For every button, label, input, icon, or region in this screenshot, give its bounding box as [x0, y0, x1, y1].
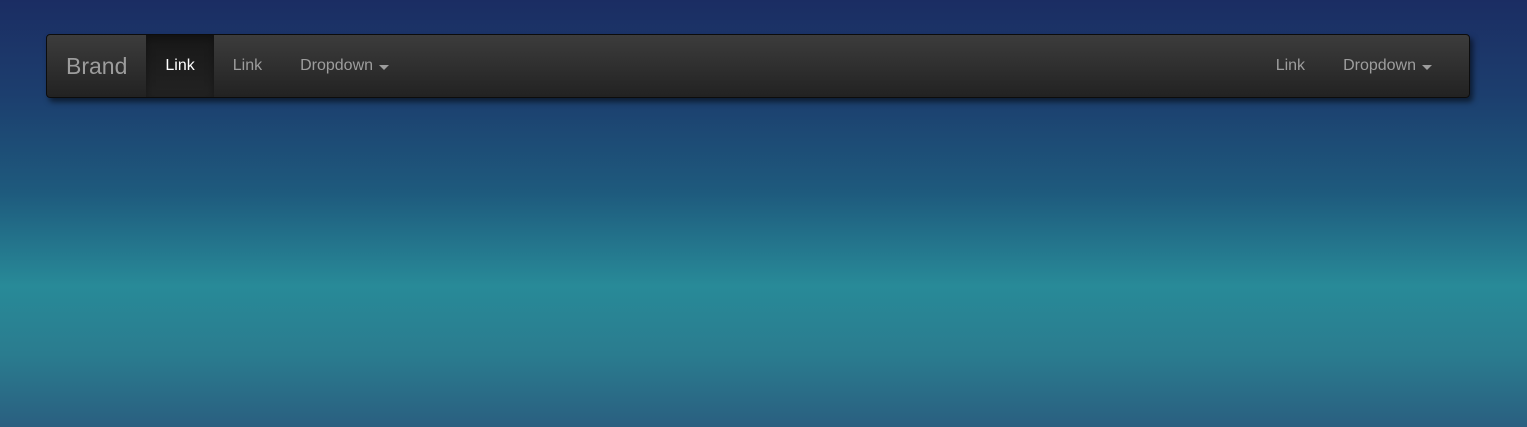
- dropdown-label: Dropdown: [1343, 57, 1416, 74]
- navbar: Brand Link Link Dropdown Link Dropdown: [46, 34, 1470, 98]
- nav-link[interactable]: Link: [214, 35, 281, 97]
- caret-down-icon: [379, 64, 390, 70]
- nav-link-label: Link: [1275, 57, 1306, 74]
- nav-link-right[interactable]: Link: [1257, 35, 1324, 97]
- caret-down-icon: [1422, 64, 1432, 70]
- dropdown-toggle[interactable]: Dropdown: [281, 35, 408, 97]
- nav-link-label: Link: [232, 57, 263, 74]
- nav-link-active[interactable]: Link: [146, 35, 214, 97]
- dropdown-toggle-right[interactable]: Dropdown: [1324, 35, 1451, 97]
- brand-link[interactable]: Brand: [47, 35, 146, 97]
- navbar-right: Link Dropdown: [1257, 35, 1469, 97]
- navbar-left: Brand Link Link Dropdown: [47, 35, 408, 97]
- dropdown-label: Dropdown: [300, 57, 374, 74]
- nav-link-label: Link: [165, 57, 195, 74]
